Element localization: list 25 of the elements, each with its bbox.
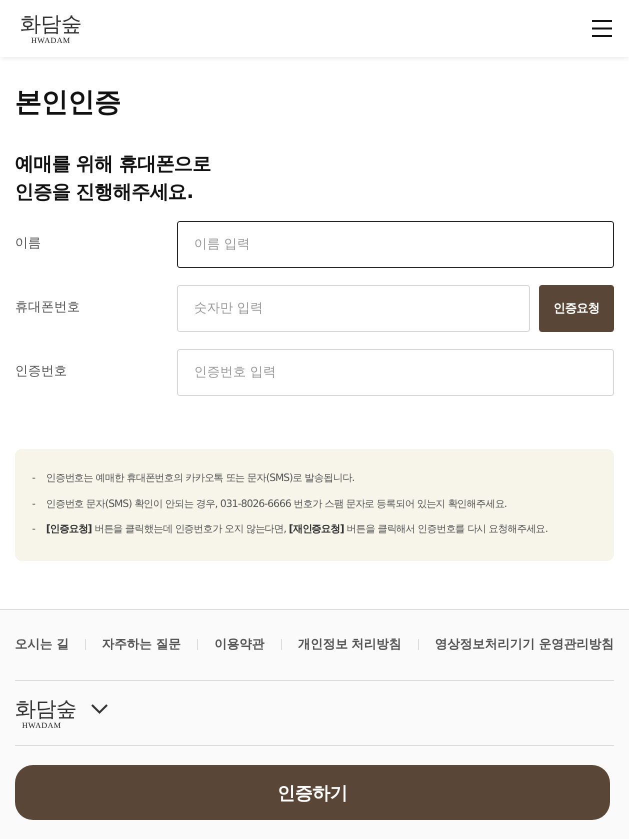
footer-link[interactable]: 이용약관 [214, 636, 264, 653]
footer-link[interactable]: 오시는 길 [15, 636, 69, 653]
submit-button[interactable]: 인증하기 [15, 765, 610, 820]
list-dash: - [32, 498, 36, 512]
text-input-field[interactable]: 이름 입력 [177, 221, 614, 268]
logo-text[interactable]: 화담숲 [20, 12, 82, 36]
footer-link[interactable]: 영상정보처리기기 운영관리방침 [435, 636, 614, 653]
menu-icon[interactable] [592, 20, 612, 37]
logo-text[interactable]: 화담숲 [15, 696, 76, 720]
page-title: 본인인증 [15, 86, 122, 120]
list-dash: - [32, 523, 36, 537]
request-code-button[interactable]: 인증요청 [539, 285, 614, 332]
intro-text: 예매를 위해 휴대폰으로 인증을 진행해주세요. [15, 152, 212, 205]
chevron-down-icon[interactable] [90, 704, 108, 714]
footer-link[interactable]: 개인정보 처리방침 [298, 636, 402, 653]
notice-text: [인증요청] 버튼을 클릭했는데 인증번호가 오지 않는다면, [재인증요청] 버튼을 클릭해서 인증번호를 다시 요청해주세요. [46, 523, 548, 537]
field-label: 이름 [15, 235, 42, 252]
notice-text: 인증번호는 예매한 휴대폰번호의 카카오톡 또는 문자(SMS)로 발송됩니다. [46, 472, 354, 486]
field-label: 인증번호 [15, 363, 68, 380]
field-label: 휴대폰번호 [15, 299, 81, 316]
list-dash: - [32, 472, 36, 486]
notice-text: 인증번호 문자(SMS) 확인이 안되는 경우, 031-8026-6666 번호가 스팸 문자로 등록되어 있는지 확인해주세요. [46, 498, 507, 512]
footer-link[interactable]: 자주하는 질문 [102, 636, 182, 653]
logo-subtext: HWADAM [31, 36, 70, 46]
logo-subtext: HWADAM [22, 720, 62, 730]
